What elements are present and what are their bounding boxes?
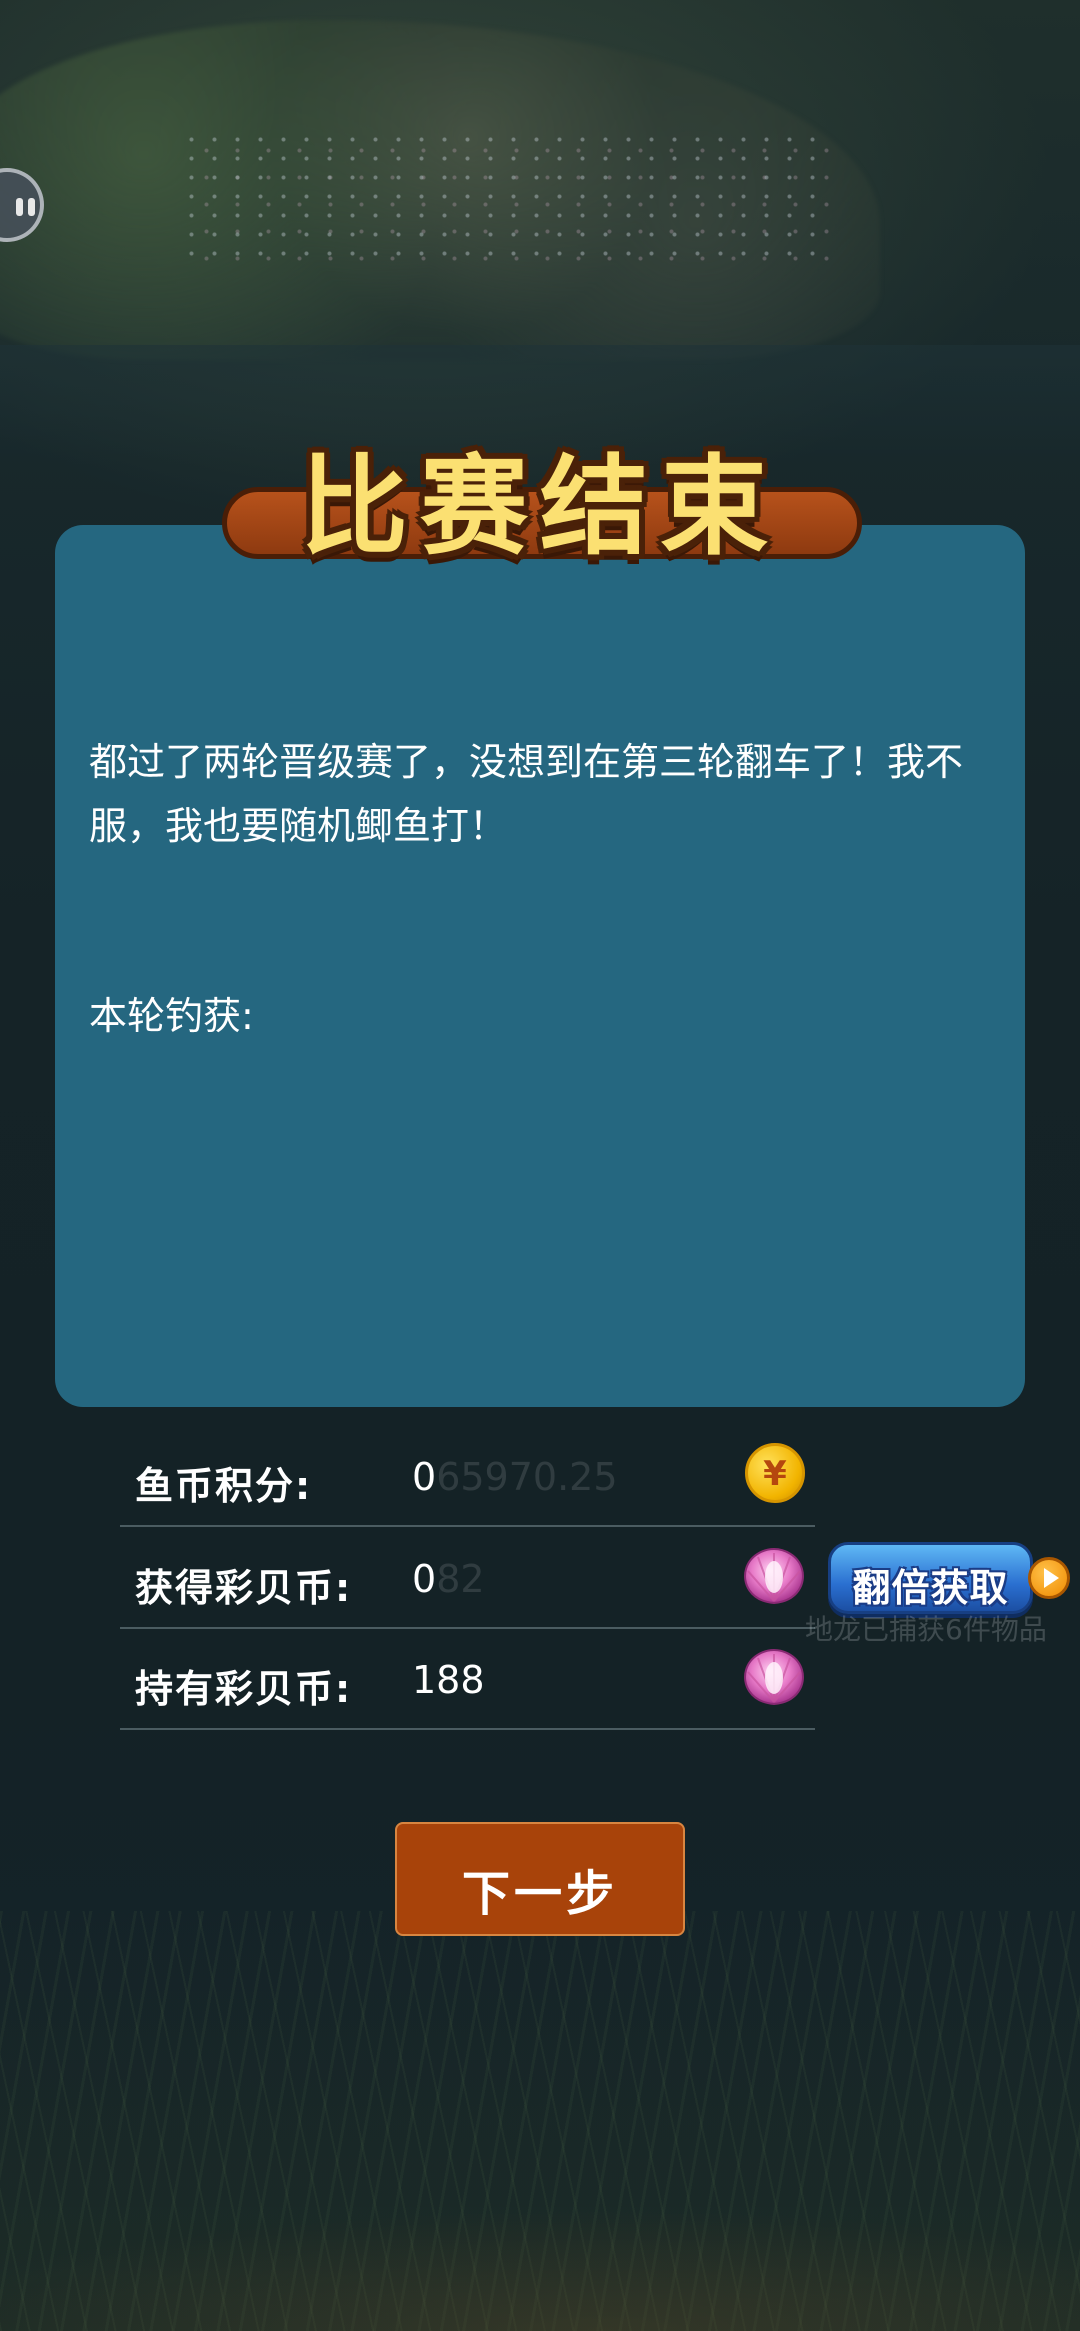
chat-dot bbox=[16, 198, 23, 216]
shell-coin-icon bbox=[744, 1547, 804, 1605]
double-reward-button[interactable]: 翻倍获取 bbox=[828, 1542, 1033, 1614]
result-panel: 都过了两轮晋级赛了，没想到在第三轮翻车了！我不服，我也要随机鲫鱼打！ 本轮钓获: bbox=[55, 525, 1025, 1407]
stat-row-earned-shell-coins: 获得彩贝币: 082 bbox=[120, 1527, 815, 1629]
stat-label: 持有彩贝币: bbox=[135, 1667, 353, 1711]
caught-notice-toast: 地龙已捕获6件物品 bbox=[805, 1613, 1047, 1646]
flowers-decoration bbox=[180, 130, 830, 270]
stat-value-current: 0 bbox=[412, 1557, 437, 1601]
story-text: 都过了两轮晋级赛了，没想到在第三轮翻车了！我不服，我也要随机鲫鱼打！ bbox=[89, 740, 964, 848]
stat-value: 188 bbox=[412, 1658, 485, 1702]
stat-row-held-shell-coins: 持有彩贝币: 188 bbox=[120, 1628, 815, 1730]
shell-coin-icon bbox=[744, 1648, 804, 1706]
stat-value-rolling: 65970.25 bbox=[436, 1455, 618, 1499]
stat-label: 获得彩贝币: bbox=[135, 1566, 353, 1610]
stat-label: 鱼币积分: bbox=[135, 1464, 313, 1508]
fish-coin-icon: ¥ bbox=[745, 1443, 805, 1503]
stat-value-current: 0 bbox=[412, 1455, 437, 1499]
page-title: 比赛结束 bbox=[299, 445, 780, 570]
next-step-label: 下一步 bbox=[461, 1866, 618, 1922]
video-play-icon[interactable] bbox=[1028, 1557, 1070, 1599]
stat-row-fish-coin-points: 鱼币积分: 065970.25 ¥ bbox=[120, 1425, 815, 1527]
chat-dot bbox=[28, 198, 35, 216]
next-step-button[interactable]: 下一步 bbox=[395, 1822, 685, 1936]
catch-label: 本轮钓获: bbox=[89, 994, 254, 1038]
stat-value-current: 188 bbox=[412, 1658, 485, 1702]
stat-value-rolling: 82 bbox=[436, 1557, 485, 1601]
ground-illustration bbox=[0, 2191, 1080, 2331]
stat-value: 082 bbox=[412, 1557, 485, 1601]
stat-value: 065970.25 bbox=[412, 1455, 618, 1499]
double-reward-label: 翻倍获取 bbox=[852, 1566, 1009, 1610]
